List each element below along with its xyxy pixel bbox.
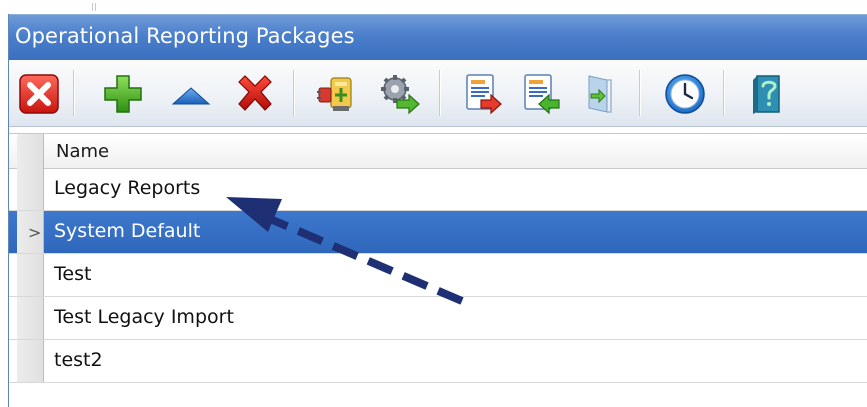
packages-grid: Name Legacy Reports > System Default Tes… [9, 127, 867, 407]
add-icon [104, 75, 142, 113]
exit-button[interactable] [577, 72, 621, 116]
toolbar-separator [723, 70, 725, 116]
column-header-name[interactable]: Name [56, 141, 109, 162]
toolbar-separator [293, 70, 295, 116]
row-selector[interactable] [17, 168, 44, 210]
window-title: Operational Reporting Packages [15, 24, 355, 48]
import-report-icon [524, 74, 560, 115]
toolbar-separator [439, 70, 441, 116]
gear-run-icon [381, 75, 420, 115]
header-row-selector [17, 134, 44, 168]
package-name-cell[interactable]: Test Legacy Import [54, 306, 234, 328]
table-row[interactable]: test2 [9, 340, 867, 383]
plugin-button[interactable] [315, 72, 359, 116]
help-button[interactable] [745, 72, 789, 116]
package-name-cell[interactable]: System Default [54, 220, 200, 242]
table-row[interactable]: Test Legacy Import [9, 297, 867, 340]
delete-icon [238, 75, 272, 111]
run-button[interactable] [377, 72, 421, 116]
title-bar: Operational Reporting Packages [9, 14, 867, 61]
toolbar [9, 60, 867, 127]
move-up-icon [171, 87, 211, 105]
delete-button[interactable] [233, 72, 277, 116]
help-book-icon [753, 75, 780, 114]
current-row-indicator: > [28, 223, 42, 242]
splitter-grip[interactable] [92, 3, 96, 11]
package-name-cell[interactable]: test2 [54, 349, 103, 371]
toolbar-separator [639, 70, 641, 116]
row-selector[interactable] [17, 340, 44, 382]
schedule-clock-icon [665, 74, 705, 114]
add-button[interactable] [101, 72, 145, 116]
plugin-icon [317, 77, 352, 111]
close-button[interactable] [17, 72, 61, 116]
package-name-cell[interactable]: Test [54, 263, 91, 285]
import-button[interactable] [519, 72, 563, 116]
toolbar-separator [73, 70, 75, 116]
export-report-icon [466, 74, 502, 115]
top-strip [0, 0, 867, 14]
table-row-selected[interactable]: > System Default [9, 211, 867, 254]
table-row[interactable]: Test [9, 254, 867, 297]
exit-door-icon [588, 75, 612, 113]
row-selector[interactable]: > [17, 211, 44, 253]
table-row[interactable]: Legacy Reports [9, 168, 867, 211]
package-name-cell[interactable]: Legacy Reports [54, 177, 200, 199]
move-up-button[interactable] [169, 72, 213, 116]
export-button[interactable] [461, 72, 505, 116]
operational-reporting-packages-window: Operational Reporting Packages Name Lega… [8, 14, 867, 407]
schedule-button[interactable] [663, 72, 707, 116]
row-selector[interactable] [17, 254, 44, 296]
close-red-x-icon [19, 74, 59, 114]
row-selector[interactable] [17, 297, 44, 339]
grid-header: Name [9, 133, 867, 169]
